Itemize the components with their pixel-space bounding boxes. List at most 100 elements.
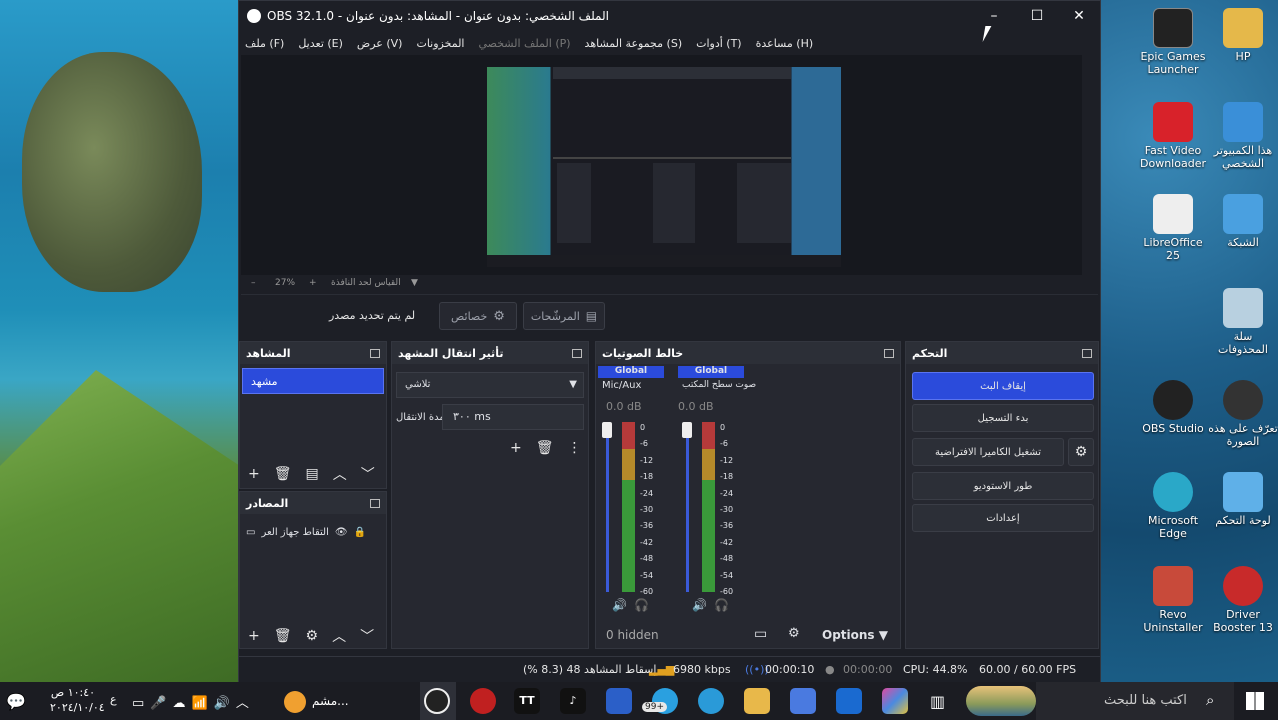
- eye-icon[interactable]: 👁: [335, 527, 348, 538]
- trash-icon[interactable]: 🗑: [274, 466, 292, 482]
- weather-label[interactable]: مشم...: [312, 694, 349, 708]
- search-icon: ⌕: [1206, 691, 1215, 709]
- obs-app-icon[interactable]: [424, 688, 450, 714]
- task-view-icon[interactable]: ▥: [930, 692, 945, 711]
- stop-stream-button[interactable]: إيقاف البث: [912, 372, 1094, 400]
- virtual-camera-button[interactable]: تشغيل الكاميرا الافتراضية: [912, 438, 1064, 466]
- speaker-icon[interactable]: 🔊: [612, 598, 627, 612]
- maximize-button[interactable]: ☐: [1015, 1, 1059, 31]
- desktop-icon-recycle-bin[interactable]: سلة المحذوفات: [1208, 288, 1278, 356]
- scene-item[interactable]: مشهد: [242, 368, 384, 394]
- undock-icon[interactable]: [884, 348, 894, 358]
- start-icon[interactable]: [1246, 692, 1264, 710]
- volume-slider[interactable]: [606, 426, 609, 592]
- add-icon[interactable]: +: [248, 628, 260, 644]
- desktop-icon-epic[interactable]: Epic Games Launcher: [1138, 8, 1208, 76]
- lock-icon[interactable]: 🔒: [354, 527, 366, 538]
- undock-icon[interactable]: [370, 498, 380, 508]
- menu-scene-collection[interactable]: مجموعة المشاهد (S): [585, 37, 683, 50]
- studio-mode-button[interactable]: طور الاستوديو: [912, 472, 1094, 500]
- store-icon[interactable]: [790, 688, 816, 714]
- source-item[interactable]: ▭ التقاط جهاز العر 👁 🔒: [246, 522, 382, 542]
- menu-view[interactable]: عرض (V): [357, 37, 403, 50]
- channel-name[interactable]: صوت سطح المكتب: [682, 380, 756, 390]
- desktop-icon-libreoffice[interactable]: LibreOffice 25: [1138, 194, 1208, 262]
- gear-icon[interactable]: ⚙: [306, 628, 319, 644]
- edge-icon[interactable]: [698, 688, 724, 714]
- zoom-in-button[interactable]: +: [309, 278, 317, 288]
- undock-icon[interactable]: [370, 348, 380, 358]
- hidden-count[interactable]: 0 hidden: [606, 628, 659, 642]
- transition-type-select[interactable]: تلاشي ▼: [396, 372, 584, 398]
- trash-icon[interactable]: 🗑: [274, 628, 292, 644]
- outlook-icon[interactable]: [836, 688, 862, 714]
- monitor-icon: ▭: [246, 526, 256, 538]
- undock-icon[interactable]: [1082, 348, 1092, 358]
- up-icon[interactable]: ︿: [333, 464, 347, 484]
- mixer-options-button[interactable]: Options ▼: [822, 628, 888, 642]
- up-icon[interactable]: ︿: [332, 626, 346, 646]
- desktop-icon-revo[interactable]: Revo Uninstaller: [1138, 566, 1208, 634]
- preview-canvas[interactable]: [241, 55, 1082, 275]
- desktop-icon-control-panel[interactable]: لوحة التحكم: [1208, 472, 1278, 527]
- channel-db: 0.0 dB: [606, 400, 642, 413]
- gear-icon[interactable]: ⚙: [1068, 438, 1094, 466]
- menu-edit[interactable]: تعديل (E): [298, 37, 343, 50]
- channel-name[interactable]: Mic/Aux: [602, 380, 641, 391]
- undock-icon[interactable]: [572, 348, 582, 358]
- scale-mode-label[interactable]: القياس لحد النافذة: [331, 278, 401, 288]
- weather-icon[interactable]: [284, 691, 306, 713]
- desktop-icon-hp[interactable]: HP: [1208, 8, 1278, 63]
- tt-app-icon[interactable]: TT: [514, 688, 540, 714]
- headphone-icon[interactable]: 🎧: [714, 598, 729, 612]
- down-icon[interactable]: ﹀: [360, 626, 374, 646]
- notification-icon[interactable]: 💬: [6, 692, 26, 711]
- language-indicator[interactable]: ع: [110, 693, 117, 706]
- desktop-icon-network[interactable]: الشبكة: [1208, 194, 1278, 249]
- headphone-icon[interactable]: 🎧: [634, 598, 649, 612]
- add-icon[interactable]: +: [248, 466, 260, 482]
- desktop-icon-edge[interactable]: Microsoft Edge: [1138, 472, 1208, 540]
- menu-docks[interactable]: المخزونات: [416, 37, 464, 50]
- speaker-icon[interactable]: 🔊: [692, 598, 707, 612]
- chevron-down-icon[interactable]: ▼: [411, 278, 418, 288]
- desktop-icon-fast-video[interactable]: Fast Video Downloader: [1138, 102, 1208, 170]
- down-icon[interactable]: ﹀: [361, 464, 375, 484]
- fps: 60.00 / 60.00 FPS: [979, 663, 1077, 676]
- word-icon[interactable]: [606, 688, 632, 714]
- file-explorer-icon[interactable]: [744, 688, 770, 714]
- desktop-icon-this-pc[interactable]: هذا الكمبيوتر الشخصي: [1208, 102, 1278, 170]
- gear-icon[interactable]: ⚙: [788, 626, 800, 641]
- menu-file[interactable]: ملف (F): [245, 37, 284, 50]
- menu-profile[interactable]: الملف الشخصي (P): [479, 37, 571, 50]
- start-record-button[interactable]: بدء التسجيل: [912, 404, 1094, 432]
- volume-handle[interactable]: [682, 422, 692, 438]
- close-button[interactable]: ✕: [1057, 1, 1101, 31]
- volume-slider[interactable]: [686, 426, 689, 592]
- menu-tools[interactable]: أدوات (T): [696, 37, 742, 50]
- desktop-icon-spotlight[interactable]: تعرّف على هذه الصورة: [1208, 380, 1278, 448]
- settings-button[interactable]: إعدادات: [912, 504, 1094, 532]
- more-icon[interactable]: ⋮: [568, 440, 582, 456]
- volume-handle[interactable]: [602, 422, 612, 438]
- filter-icon: ▤: [585, 309, 598, 323]
- minimize-button[interactable]: –: [972, 1, 1016, 31]
- tiktok-icon[interactable]: ♪: [560, 688, 586, 714]
- copilot-icon[interactable]: [882, 688, 908, 714]
- layout-icon[interactable]: ▭: [754, 626, 767, 642]
- properties-button[interactable]: خصائص ⚙: [439, 302, 517, 330]
- system-tray[interactable]: ▭🎤☁📶🔊︿: [132, 692, 255, 711]
- menu-help[interactable]: مساعدة (H): [756, 37, 814, 50]
- trash-icon[interactable]: 🗑: [536, 440, 554, 456]
- filters-button[interactable]: المرشّحات ▤: [523, 302, 605, 330]
- add-icon[interactable]: +: [510, 440, 522, 456]
- filter-icon[interactable]: ▤: [306, 466, 319, 482]
- clock[interactable]: ١٠:٤٠ ص ٢٠٢٤/١٠/٠٤: [50, 685, 105, 715]
- app-icon[interactable]: [470, 688, 496, 714]
- meter-tick: -36: [640, 521, 654, 531]
- meter-tick: -30: [640, 505, 654, 515]
- zoom-out-button[interactable]: –: [251, 278, 256, 288]
- duration-input[interactable]: ٣٠٠ ms: [442, 404, 584, 430]
- desktop-icon-obs[interactable]: OBS Studio: [1138, 380, 1208, 435]
- desktop-icon-driver-booster[interactable]: Driver Booster 13: [1208, 566, 1278, 634]
